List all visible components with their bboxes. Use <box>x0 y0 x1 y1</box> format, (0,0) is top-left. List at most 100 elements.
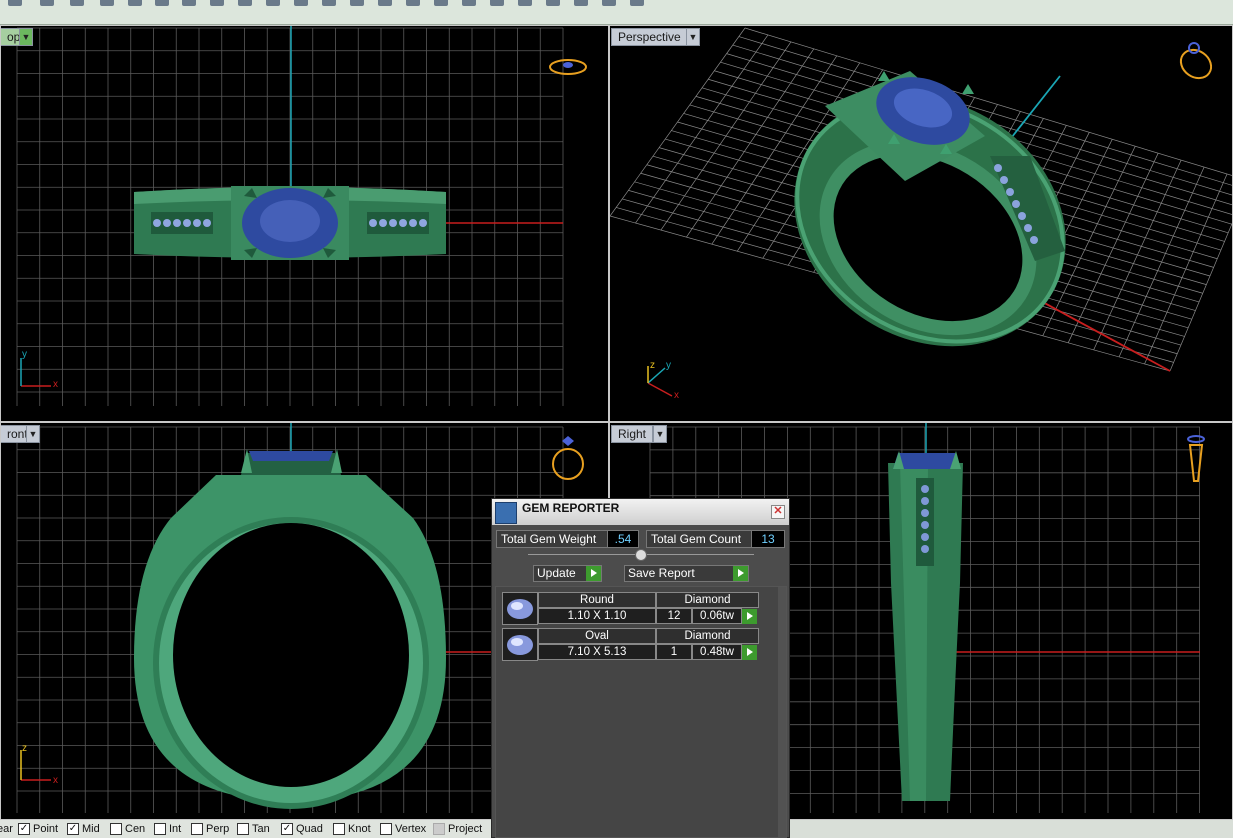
toolbar-icon[interactable] <box>490 0 504 6</box>
checkbox-icon[interactable] <box>433 823 445 836</box>
toolbar-icon[interactable] <box>70 0 84 6</box>
ring-model-right <box>888 451 963 801</box>
viewport-top[interactable]: op ▼ x y <box>0 25 609 422</box>
collapse-handle[interactable] <box>635 549 647 561</box>
checkbox-icon[interactable] <box>333 823 345 836</box>
snap-mid[interactable]: ✓ Mid <box>67 823 100 836</box>
toolbar-icon[interactable] <box>294 0 308 6</box>
status-bar-right <box>790 820 1233 838</box>
toolbar-icon[interactable] <box>518 0 532 6</box>
toolbar-icon[interactable] <box>128 0 142 6</box>
checkbox-checked-icon[interactable]: ✓ <box>67 823 79 836</box>
top-view-canvas: x y <box>16 26 587 406</box>
toolbar-icon[interactable] <box>602 0 616 6</box>
toolbar-icon[interactable] <box>155 0 169 6</box>
axis-z-label: z <box>22 743 27 754</box>
gem-size: 1.10 X 1.10 <box>538 608 656 624</box>
osnap-bar: ear ✓ Point ✓ Mid Cen Int Perp Tan ✓ Quad K… <box>0 820 491 838</box>
viewport-menu-front[interactable]: ▼ <box>26 425 40 443</box>
toolbar-icon[interactable] <box>546 0 560 6</box>
snap-quad[interactable]: ✓ Quad <box>281 823 323 836</box>
gem-thumbnail-icon <box>502 628 538 661</box>
main-toolbar <box>0 0 1233 25</box>
toolbar-icon[interactable] <box>100 0 114 6</box>
ring-model-perspective <box>794 71 1066 347</box>
gem-list-scrollbar[interactable] <box>778 587 786 837</box>
close-icon[interactable]: ✕ <box>771 505 785 519</box>
toolbar-icon[interactable] <box>266 0 280 6</box>
toolbar-icon[interactable] <box>406 0 420 6</box>
play-icon <box>733 566 748 581</box>
toolbar-icon[interactable] <box>378 0 392 6</box>
axis-z-label: z <box>650 360 655 371</box>
viewport-label-perspective[interactable]: Perspective <box>611 28 688 46</box>
snap-label: Cen <box>125 823 146 835</box>
toolbar-icon[interactable] <box>630 0 644 6</box>
snap-item[interactable]: ear <box>0 823 13 836</box>
toolbar-icon[interactable] <box>40 0 54 6</box>
snap-label: Mid <box>82 823 100 835</box>
gem-list-item[interactable]: Round Diamond 1.10 X 1.10 12 0.06tw <box>502 592 759 625</box>
ring-orientation-icon <box>549 59 587 75</box>
snap-vertex[interactable]: Vertex <box>380 823 426 836</box>
select-gem-button[interactable] <box>742 609 757 624</box>
axis-triad-perspective: x y z <box>647 360 679 401</box>
update-button[interactable]: Update <box>533 565 602 582</box>
checkbox-icon[interactable] <box>191 823 203 836</box>
toolbar-icon[interactable] <box>182 0 196 6</box>
snap-label: Vertex <box>395 823 427 835</box>
select-gem-button[interactable] <box>742 645 757 660</box>
viewport-menu-top[interactable]: ▼ <box>19 28 33 46</box>
viewport-menu-right[interactable]: ▼ <box>653 425 667 443</box>
play-icon <box>586 566 601 581</box>
snap-label: Quad <box>296 823 323 835</box>
viewport-menu-perspective[interactable]: ▼ <box>686 28 700 46</box>
toolbar-icon[interactable] <box>574 0 588 6</box>
total-gem-weight-label: Total Gem Weight <box>496 530 609 548</box>
gem-list-item[interactable]: Oval Diamond 7.10 X 5.13 1 0.48tw <box>502 628 759 661</box>
checkbox-icon[interactable] <box>380 823 392 836</box>
gem-reporter-titlebar[interactable]: GEM REPORTER ✕ <box>492 499 789 525</box>
axis-x-label: x <box>53 775 58 786</box>
gem-thumbnail-icon <box>502 592 538 625</box>
snap-knot[interactable]: Knot <box>333 823 371 836</box>
snap-cen[interactable]: Cen <box>110 823 145 836</box>
toolbar-icon[interactable] <box>238 0 252 6</box>
viewport-perspective[interactable]: Perspective ▼ x y z <box>609 25 1233 422</box>
ring-model-front <box>134 449 446 809</box>
snap-label: Tan <box>252 823 270 835</box>
gem-shape: Round <box>538 592 656 608</box>
checkbox-checked-icon[interactable]: ✓ <box>281 823 293 836</box>
toolbar-icon[interactable] <box>350 0 364 6</box>
toolbar-icon[interactable] <box>210 0 224 6</box>
save-report-button[interactable]: Save Report <box>624 565 749 582</box>
snap-point[interactable]: ✓ Point <box>18 823 58 836</box>
total-gem-count-value: 13 <box>751 530 785 548</box>
toolbar-icon[interactable] <box>8 0 22 6</box>
snap-label: Int <box>169 823 182 835</box>
gem-list[interactable]: Round Diamond 1.10 X 1.10 12 0.06tw Oval… <box>495 586 787 838</box>
snap-project[interactable]: Project <box>433 823 482 836</box>
axis-x-label: x <box>53 379 58 390</box>
snap-label: Point <box>33 823 59 835</box>
axis-y-label: y <box>666 360 671 371</box>
snap-perp[interactable]: Perp <box>191 823 229 836</box>
checkbox-checked-icon[interactable]: ✓ <box>18 823 30 836</box>
ring-orientation-icon <box>1187 435 1205 482</box>
snap-int[interactable]: Int <box>154 823 181 836</box>
gem-material: Diamond <box>656 628 759 644</box>
gem-reporter-logo-icon <box>495 502 517 524</box>
snap-label: Perp <box>206 823 230 835</box>
gem-reporter-panel[interactable]: GEM REPORTER ✕ Total Gem Weight .54 Tota… <box>491 498 790 838</box>
gem-material: Diamond <box>656 592 759 608</box>
toolbar-icon[interactable] <box>322 0 336 6</box>
snap-tan[interactable]: Tan <box>237 823 270 836</box>
viewport-label-right[interactable]: Right <box>611 425 654 443</box>
checkbox-icon[interactable] <box>110 823 122 836</box>
checkbox-icon[interactable] <box>154 823 166 836</box>
checkbox-icon[interactable] <box>237 823 249 836</box>
toolbar-icon[interactable] <box>434 0 448 6</box>
ring-orientation-icon <box>1179 42 1213 80</box>
update-button-label: Update <box>537 566 576 580</box>
toolbar-icon[interactable] <box>462 0 476 6</box>
